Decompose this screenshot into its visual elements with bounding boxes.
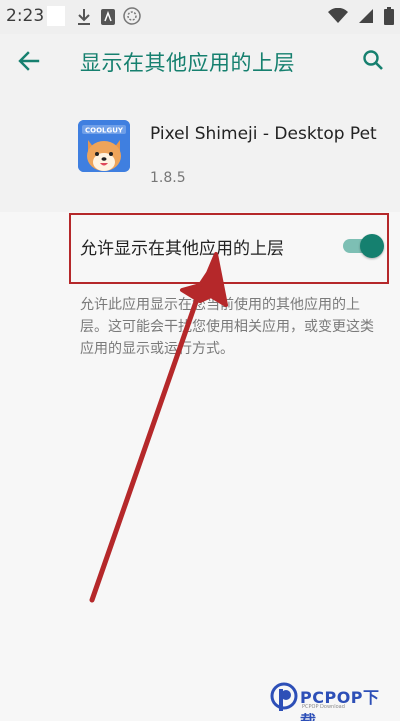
permission-description: 允许此应用显示在您当前使用的其他应用的上层。这可能会干扰您使用相关应用，或变更这… [80,297,374,357]
page-title: 显示在其他应用的上层 [80,51,295,75]
status-time: 2:23 [6,6,45,26]
search-button[interactable] [358,47,388,77]
app-name: Pixel Shimeji - Desktop Pet [150,124,377,144]
notification-blank-icon [47,6,65,26]
settings-notification-icon [122,6,142,30]
watermark-text: PCPOP下载 [300,688,380,721]
back-button[interactable] [14,48,44,78]
app-version: 1.8.5 [150,170,186,186]
annotation-highlight-box [69,213,389,284]
watermark-subtext: PCPOP Download [302,704,345,710]
watermark-logo: PCPOP下载 PCPOP Download [270,680,396,721]
battery-icon [384,7,394,29]
app-icon-text: COOLGUY [85,127,124,135]
signal-icon [358,8,374,28]
app-notification-icon [100,8,116,30]
download-icon [76,8,92,30]
pcpop-logo-icon [270,682,298,711]
arrow-back-icon [18,50,40,76]
status-bar: 2:23 [0,0,400,34]
app-header: COOLGUY Pixel Shimeji - Desktop Pet 1.8.… [0,90,400,212]
search-icon [362,49,384,75]
status-indicators [328,7,394,29]
wifi-icon [328,7,348,28]
app-icon: COOLGUY [78,120,130,172]
app-bar: 显示在其他应用的上层 [0,34,400,90]
